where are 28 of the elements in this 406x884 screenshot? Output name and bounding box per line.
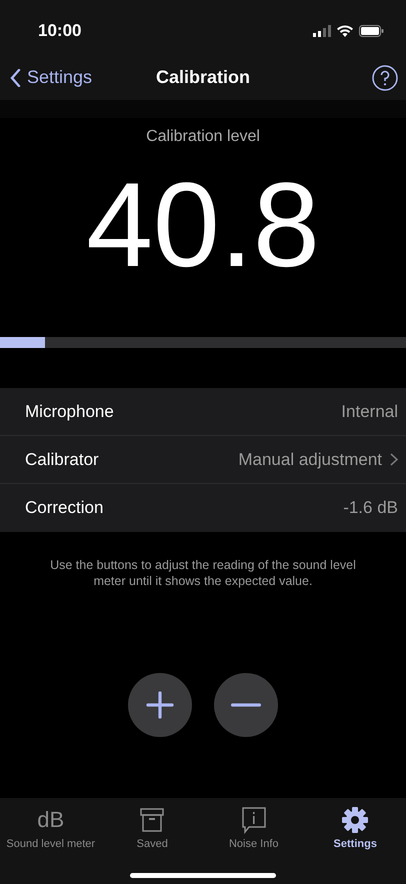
row-label: Correction — [25, 498, 104, 518]
archive-box-icon — [138, 806, 166, 834]
instruction-text: Use the buttons to adjust the reading of the sound level meter until it shows the expected value. — [49, 557, 357, 589]
screen-title: Calibration — [156, 67, 250, 88]
tab[interactable]: dB Sound level meter — [0, 806, 102, 850]
decibel-icon: dB — [37, 806, 64, 834]
battery-icon — [359, 24, 384, 36]
tab[interactable]: Settings — [304, 806, 406, 850]
status-time: 10:00 — [38, 20, 82, 40]
row-label: Calibrator — [25, 450, 100, 470]
row-label: Microphone — [25, 402, 115, 422]
meter-label: Calibration level — [146, 128, 260, 146]
row-value: -1.6 dB — [343, 498, 398, 518]
settings-icon — [341, 806, 370, 834]
tab[interactable]: Saved — [102, 806, 203, 850]
plus-icon — [145, 690, 175, 720]
tab[interactable]: Noise Info — [203, 806, 304, 850]
back-button[interactable]: Settings — [10, 67, 92, 88]
signal-icon — [313, 24, 331, 36]
speech-bubble-icon — [240, 806, 268, 834]
row-value: Manual adjustment — [238, 450, 382, 470]
row-value: Internal — [341, 402, 398, 422]
chevron-icon — [390, 453, 398, 466]
level-reading: 40.8 — [86, 157, 320, 294]
wifi-icon — [337, 24, 353, 36]
chevron-left-icon — [10, 68, 21, 86]
help-icon[interactable] — [372, 64, 398, 90]
minus-icon — [231, 703, 261, 707]
